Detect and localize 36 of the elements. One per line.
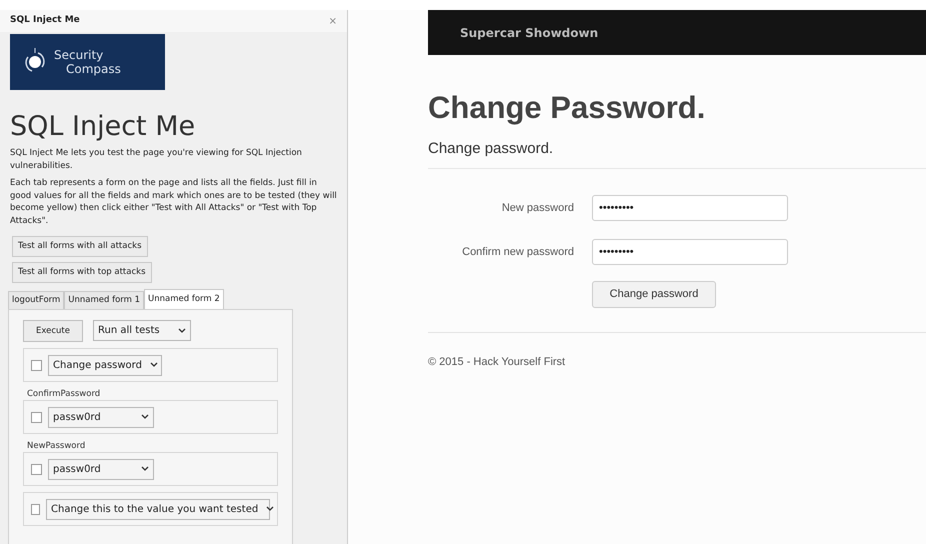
checkbox[interactable]	[31, 464, 42, 474]
field-label: New password	[500, 200, 574, 216]
dropdown[interactable]: passw0rd	[48, 406, 154, 428]
dropdown[interactable]: Change password	[48, 354, 162, 376]
dropdown[interactable]: passw0rd	[48, 458, 154, 480]
page-heading: SQL Inject Me	[10, 112, 196, 142]
checkbox[interactable]	[31, 504, 40, 514]
brand-link[interactable]: Supercar Showdown	[460, 24, 598, 42]
dropdown-caret-icon	[266, 506, 274, 512]
page-subtitle: Change password.	[428, 138, 926, 169]
test-button[interactable]: Test all forms with top attacks	[12, 262, 152, 283]
footer-text: © 2015 - Hack Yourself First	[428, 355, 566, 370]
field-label: Confirm new password	[461, 244, 574, 260]
form-tab[interactable]: Unnamed form 1	[64, 291, 144, 309]
dropdown-caret-icon	[141, 414, 149, 420]
dropdown[interactable]: Run all tests	[93, 320, 191, 341]
page-title: Change Password.	[428, 89, 706, 127]
logo-text: Compass	[65, 62, 121, 76]
test-button[interactable]: Test all forms with all attacks	[12, 236, 148, 257]
execute-button[interactable]: Execute	[23, 320, 83, 342]
password-field[interactable]: •••••••••	[592, 195, 788, 221]
field-label: ConfirmPassword	[27, 388, 102, 400]
dropdown-caret-icon	[141, 466, 149, 472]
logo-text: Security	[54, 48, 104, 62]
dropdown-caret-icon	[150, 362, 158, 368]
field-label: NewPassword	[27, 440, 86, 452]
change-password-button[interactable]: Change password	[592, 281, 716, 308]
description-text: SQL Inject Me lets you test the page you're viewing for SQL Injection vulnerabilities.	[10, 147, 303, 172]
form-tab[interactable]: logoutForm	[8, 291, 64, 309]
dropdown-caret-icon	[178, 328, 186, 334]
checkbox[interactable]	[31, 412, 42, 422]
description-text: Each tab represents a form on the page and lists all the fields. Just fill in good values for all the fields and mark which ones are to be tested (they will become yellow) then click either "Test with All Attacks" or "Test with Top Attacks".	[10, 177, 337, 227]
panel-title: SQL Inject Me	[10, 14, 80, 28]
form-tab[interactable]: Unnamed form 2	[144, 289, 224, 309]
checkbox[interactable]	[31, 360, 42, 370]
password-field[interactable]: •••••••••	[592, 239, 788, 265]
